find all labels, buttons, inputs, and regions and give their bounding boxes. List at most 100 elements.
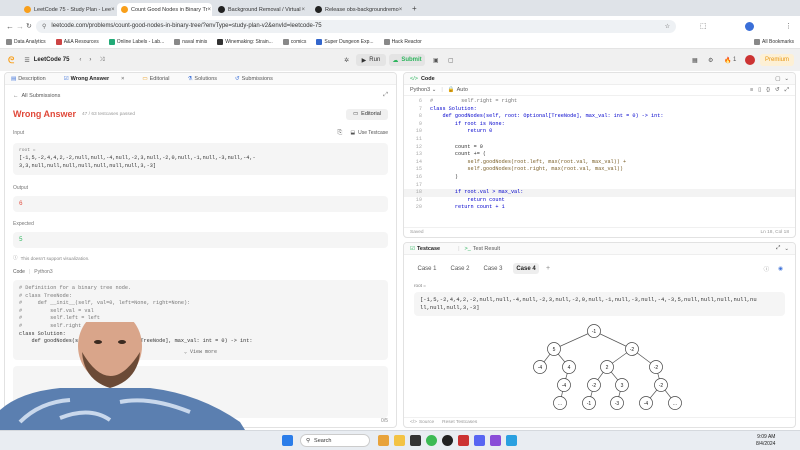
language-select[interactable]: Python3 ⌄	[410, 87, 436, 93]
collapse-icon[interactable]: ⌄	[784, 246, 789, 252]
tree-node: -1	[587, 324, 601, 338]
bookmark-item[interactable]: naval minis	[174, 39, 207, 45]
file-explorer-icon[interactable]	[394, 435, 405, 446]
arrow-left-icon: ←	[13, 92, 19, 99]
tab-submissions[interactable]: ↺ Submissions	[235, 76, 282, 82]
tree-node: -3	[610, 396, 624, 410]
extensions-icon[interactable]: ⬚	[700, 22, 707, 30]
taskbar-search[interactable]: ⚲ Search	[300, 434, 370, 447]
bookmark-item[interactable]: Online Labels - Lab...	[108, 39, 164, 45]
clock[interactable]: 9:09 AM 8/4/2024	[756, 434, 775, 448]
leetcode-logo-icon[interactable]: ᘓ	[8, 55, 14, 66]
all-bookmarks[interactable]: All Bookmarks	[754, 39, 794, 45]
input-value-line: [-1,5,-2,4,4,2,-2,null,null,-4,null,-2,3…	[19, 155, 256, 161]
profile-avatar[interactable]	[745, 21, 754, 31]
braces-icon[interactable]: {}	[766, 87, 770, 93]
use-testcase-button[interactable]: ⬓ Use Testcase	[350, 130, 388, 136]
windows-start-icon[interactable]	[282, 435, 293, 446]
testcase-panel-tabs: ☑ Testcase | >_ Test Result ⤢ ⌄	[404, 243, 795, 255]
whiteboard-icon[interactable]: ▢	[448, 57, 454, 64]
maximize-icon[interactable]: ⤢	[776, 245, 780, 252]
browser-tab[interactable]: Background Removal / Virtual ×	[214, 3, 309, 16]
study-plan-title[interactable]: LeetCode 75	[34, 57, 70, 63]
shuffle-icon[interactable]: ⤨	[99, 57, 104, 64]
info-icon[interactable]: ⓘ	[764, 265, 770, 273]
user-avatar[interactable]	[745, 55, 755, 65]
close-tab-icon[interactable]: ×	[301, 7, 305, 13]
back-icon[interactable]: ←	[6, 22, 14, 31]
site-info-icon[interactable]: ⚲	[42, 23, 46, 30]
obs-icon[interactable]	[442, 435, 453, 446]
case-tab-active[interactable]: Case 4	[513, 263, 539, 274]
bookmark-item[interactable]: A&A Resources	[55, 39, 99, 45]
add-case-button[interactable]: +	[546, 265, 550, 272]
settings-icon[interactable]: ⚙	[708, 57, 713, 64]
widgets-icon[interactable]	[378, 435, 389, 446]
chrome-icon[interactable]	[426, 435, 437, 446]
browser-tab[interactable]: Release obs-backgroundremo ×	[311, 3, 406, 16]
discord-icon[interactable]	[474, 435, 485, 446]
layout-icon[interactable]: ▦	[692, 57, 698, 64]
close-tab-icon[interactable]: ×	[207, 7, 211, 13]
browser-tab[interactable]: LeetCode 75 - Study Plan - Lee ×	[20, 3, 115, 16]
expand-icon[interactable]: ⤢	[785, 87, 789, 94]
source-button[interactable]: Source	[419, 420, 434, 425]
tab-description[interactable]: ▤ Description	[11, 76, 55, 82]
app-icon[interactable]	[490, 435, 501, 446]
bookmark-item[interactable]: Super Dungeon Exp...	[316, 39, 374, 45]
reset-icon[interactable]: ↺	[775, 87, 780, 93]
tab-wrong-answer[interactable]: ☑ Wrong Answer ×	[64, 76, 134, 82]
app-icon[interactable]	[506, 435, 517, 446]
url-field[interactable]: ⚲ leetcode.com/problems/count-good-nodes…	[36, 19, 676, 33]
debug-icon[interactable]: ✲	[344, 57, 349, 64]
problem-list-icon[interactable]: ☰	[24, 57, 29, 64]
bookmark-item[interactable]: Hack Reactor	[383, 39, 422, 45]
bookmark-star-icon[interactable]: ☆	[665, 23, 670, 30]
browser-tab-active[interactable]: Count Good Nodes in Binary Tr ×	[117, 3, 212, 16]
tab-editorial[interactable]: ▭ Editorial	[142, 76, 178, 82]
auto-toggle[interactable]: 🔒 Auto	[448, 87, 468, 93]
reset-testcases-button[interactable]: Reset Testcases	[442, 420, 477, 425]
testcase-input[interactable]: [-1,5,-2,4,4,2,-2,null,null,-4,null,-2,3…	[414, 292, 785, 316]
submit-button[interactable]: ☁ Submit	[389, 54, 425, 66]
notes-icon[interactable]: ▣	[433, 57, 439, 64]
next-problem-icon[interactable]: ›	[89, 57, 91, 63]
close-tab-icon[interactable]: ×	[111, 7, 115, 13]
prev-problem-icon[interactable]: ‹	[79, 57, 81, 63]
terminal-app-icon[interactable]	[410, 435, 421, 446]
tree-node: -4	[639, 396, 653, 410]
bookmark-item[interactable]: comics	[282, 39, 306, 45]
bookmark-item[interactable]: Data Analytics	[6, 39, 46, 45]
close-tab-icon[interactable]: ×	[399, 7, 403, 13]
reload-icon[interactable]: ↻	[26, 22, 32, 30]
tab-testcase[interactable]: ☑ Testcase	[410, 246, 449, 252]
bookmark-item[interactable]: Winemaking: Strain...	[217, 39, 273, 45]
copy-icon[interactable]: ⎘	[338, 130, 343, 137]
result-detail: 47 / 63 testcases passed	[82, 111, 136, 117]
notes-icon[interactable]: ≡	[750, 87, 753, 93]
visibility-icon[interactable]: ◉	[778, 266, 783, 272]
new-tab-icon[interactable]: +	[412, 4, 417, 13]
case-tab[interactable]: Case 1	[414, 263, 440, 274]
streak-fire-icon[interactable]: 🔥	[724, 57, 731, 64]
collapse-icon[interactable]: ⌄	[784, 76, 789, 82]
case-tab[interactable]: Case 3	[480, 263, 506, 274]
code-editor[interactable]: 6 # self.right = right 7 class Solution: 8…	[404, 96, 795, 212]
maximize-icon[interactable]: ▢	[775, 76, 780, 82]
tab-test-result[interactable]: >_ Test Result	[465, 246, 510, 252]
close-tab-icon[interactable]: ×	[121, 76, 124, 82]
app-icon[interactable]	[458, 435, 469, 446]
fullscreen-icon[interactable]: ⤢	[383, 92, 388, 99]
premium-button[interactable]: Premium	[760, 54, 794, 66]
run-button[interactable]: ▶ Run	[356, 54, 386, 66]
all-submissions-link[interactable]: ← All Submissions	[13, 93, 60, 99]
tree-node-label: -1	[592, 329, 597, 335]
case-tab[interactable]: Case 2	[447, 263, 473, 274]
code-line: 9 if root is None:	[418, 120, 505, 127]
forward-icon[interactable]: →	[16, 22, 24, 31]
editorial-button[interactable]: ▭ Editorial	[346, 108, 388, 120]
menu-icon[interactable]: ⋮	[785, 22, 792, 30]
tab-solutions[interactable]: ⚗ Solutions	[187, 76, 226, 82]
bookmark-icon[interactable]: ▯	[758, 87, 761, 93]
code-label: Code	[13, 269, 25, 275]
